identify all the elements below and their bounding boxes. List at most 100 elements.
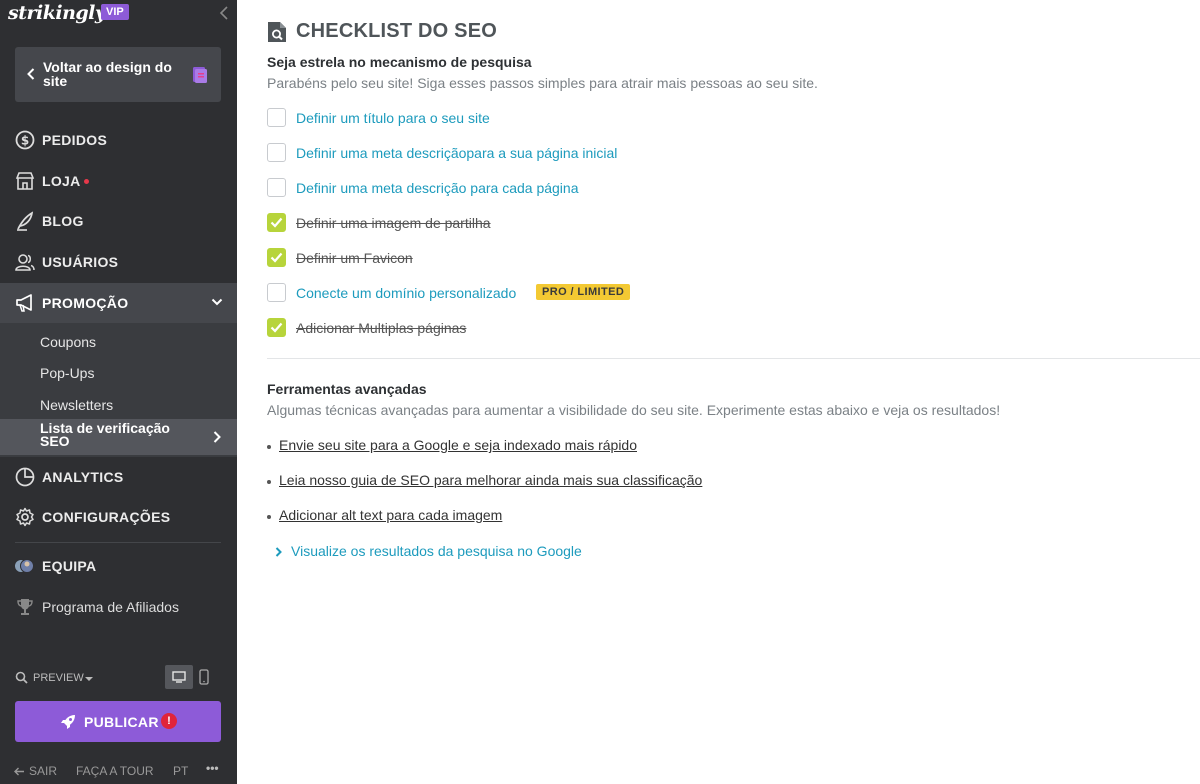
exit-link[interactable]: SAIR [29,764,57,778]
nav-users[interactable]: USUÁRIOS [0,242,237,282]
strikingly-logo[interactable]: strikingly [8,2,106,24]
checkmark-icon [270,252,283,263]
checklist-item-label: Definir um Favicon [296,250,413,266]
sub-newsletters-label: Newsletters [40,397,114,413]
section-divider [267,358,1200,359]
preview-label: PREVIEW [33,672,84,684]
back-to-design-label: Voltar ao design do site [43,59,172,89]
store-notification-dot [84,179,89,184]
seo-guide-link[interactable]: Leia nosso guia de SEO para melhorar ain… [279,472,702,488]
sub-coupons[interactable]: Coupons [0,325,237,357]
language-selector[interactable]: PT [173,764,188,778]
submit-to-google-link[interactable]: Envie seu site para a Google e seja inde… [279,437,637,453]
nav-affiliates-label: Programa de Afiliados [42,599,179,615]
trophy-icon [17,599,33,615]
advanced-tip-item: Adicionar alt text para cada imagem [266,507,502,523]
quill-icon [17,211,34,231]
checklist-item-label: Definir uma imagem de partilha [296,215,491,231]
rocket-icon [61,715,75,729]
checkmark-icon [270,322,283,333]
pie-chart-icon [15,467,35,487]
checklist-item[interactable]: Definir uma meta descrição para cada pág… [267,178,627,198]
pages-icon [193,67,207,83]
desktop-icon [172,671,186,683]
chevron-right-icon [213,431,221,443]
store-icon [15,172,35,190]
seo-page-icon [268,22,286,42]
nav-blog[interactable]: BLOG [0,201,237,241]
arrow-left-icon [14,767,24,776]
checkbox[interactable] [267,178,286,197]
section-subtitle-search: Parabéns pelo seu site! Siga esses passo… [267,75,818,91]
nav-users-label: USUÁRIOS [42,254,119,270]
users-icon [15,254,35,271]
chevron-right-icon [275,547,282,557]
chevron-down-icon [211,298,223,306]
nav-settings[interactable]: CONFIGURAÇÕES [0,497,237,537]
checklist-item[interactable]: Conecte um domínio personalizado PRO / L… [267,283,667,303]
megaphone-icon [16,294,32,312]
collapse-sidebar-icon[interactable] [217,5,231,21]
desktop-preview-button[interactable] [165,665,193,689]
mobile-preview-icon[interactable] [199,669,209,685]
checkbox[interactable] [267,143,286,162]
nav-promotion-label: PROMOÇÃO [42,295,129,311]
promotion-submenu: Coupons Pop-Ups Newsletters Lista de ver… [0,323,237,457]
seo-checklist-panel: CHECKLIST DO SEO Seja estrela no mecanis… [237,0,1200,784]
nav-store-label: LOJA [42,173,81,189]
sub-seo-checklist[interactable]: Lista de verificação SEO [0,419,237,455]
section-heading-search: Seja estrela no mecanismo de pesquisa [267,54,532,70]
team-avatars-icon [14,559,34,573]
checklist-item-label[interactable]: Definir uma meta descrição para cada pág… [296,180,579,196]
sub-popups[interactable]: Pop-Ups [0,356,237,388]
sub-newsletters[interactable]: Newsletters [0,388,237,420]
brand-row: strikingly VIP [8,2,237,24]
nav-orders[interactable]: $ PEDIDOS [0,120,237,160]
nav-affiliates[interactable]: Programa de Afiliados [0,587,237,627]
vip-badge: VIP [101,4,129,20]
checklist-item-label[interactable]: Conecte um domínio personalizado [296,285,516,301]
sidebar-footer: SAIR FAÇA A TOUR PT ••• [0,758,237,784]
sub-coupons-label: Coupons [40,334,97,350]
publish-label: PUBLICAR [84,714,159,730]
section-subtitle-advanced: Algumas técnicas avançadas para aumentar… [267,402,1001,418]
svg-text:$: $ [21,134,29,148]
preview-dropdown[interactable]: PREVIEW [15,671,93,687]
checkbox-checked[interactable] [267,213,286,232]
nav-blog-label: BLOG [42,213,84,229]
publish-button[interactable]: PUBLICAR ! [15,701,221,742]
checklist-item[interactable]: Definir uma meta descriçãopara a sua pág… [267,143,667,163]
checklist-item-label[interactable]: Definir um título para o seu site [296,110,490,126]
sidebar-divider [15,542,221,543]
more-options-button[interactable]: ••• [206,761,219,775]
nav-store[interactable]: LOJA [0,161,237,201]
caret-down-icon [85,677,93,681]
nav-analytics-label: ANALYTICS [42,469,124,485]
checkbox-checked[interactable] [267,318,286,337]
sidebar: strikingly VIP Voltar ao design do site … [0,0,237,784]
checklist-item[interactable]: Definir uma imagem de partilha [267,213,567,233]
back-to-design-button[interactable]: Voltar ao design do site [15,47,221,102]
advanced-tip-item: Leia nosso guia de SEO para melhorar ain… [266,472,702,488]
pro-limited-badge: PRO / LIMITED [536,284,631,300]
checkbox[interactable] [267,108,286,127]
sub-popups-label: Pop-Ups [40,365,95,381]
nav-settings-label: CONFIGURAÇÕES [42,509,171,525]
nav-promotion[interactable]: PROMOÇÃO [0,283,237,323]
checklist-item[interactable]: Definir um título para o seu site [267,108,567,128]
alt-text-link[interactable]: Adicionar alt text para cada imagem [279,507,502,523]
publish-alert-badge: ! [161,713,177,729]
nav-team-label: EQUIPA [42,558,97,574]
checklist-item[interactable]: Adicionar Multiplas páginas [267,318,527,338]
nav-orders-label: PEDIDOS [42,132,108,148]
sub-seo-checklist-label: Lista de verificação SEO [40,420,170,449]
checkbox-checked[interactable] [267,248,286,267]
nav-analytics[interactable]: ANALYTICS [0,457,237,497]
checklist-item[interactable]: Definir um Favicon [267,248,467,268]
nav-team[interactable]: EQUIPA [0,546,237,586]
checklist-item-label[interactable]: Definir uma meta descriçãopara a sua pág… [296,145,617,161]
checkbox[interactable] [267,283,286,302]
take-tour-link[interactable]: FAÇA A TOUR [76,764,154,778]
search-icon [15,671,28,684]
gear-icon [16,507,34,527]
